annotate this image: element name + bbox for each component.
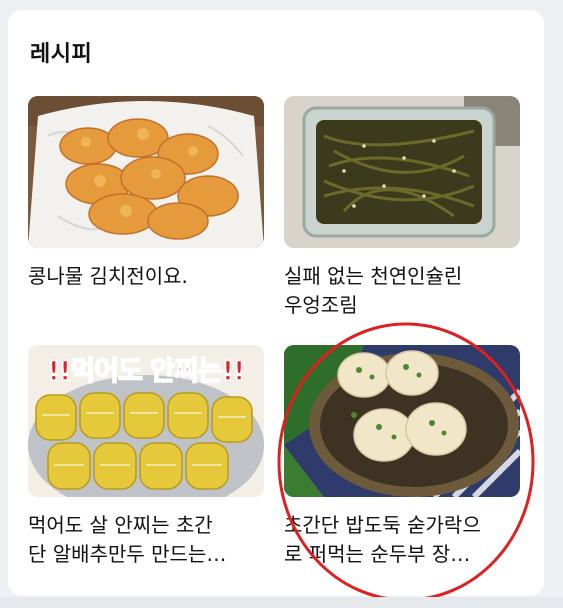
kimchi-pancake-image [28,96,264,248]
bottom-divider [0,597,563,608]
recipe-caption[interactable]: 실패 없는 천연인슐린 우엉조림 [284,262,528,320]
soft-tofu-image [284,345,520,497]
section-title: 레시피 [30,42,93,67]
recipe-caption[interactable]: 초간단 밥도둑 숟가락으 로 퍼먹는 순두부 장… [284,511,528,569]
burdock-root-thumbnail[interactable] [284,96,520,248]
kimchi-pancake-thumbnail[interactable] [28,96,264,248]
recipe-caption[interactable]: 콩나물 김치전이요. [28,262,272,291]
caption-line: 초간단 밥도둑 숟가락으 [284,513,481,537]
soft-tofu-thumbnail[interactable] [284,345,520,497]
caption-line: 우엉조림 [284,293,358,317]
napa-dumpling-thumbnail[interactable]: !!먹어도 안찌는!! [28,345,264,497]
caption-line: 단 알배추만두 만드는… [28,542,227,566]
overlay-banner-text: !!먹어도 안찌는!! [47,355,246,388]
recipe-caption[interactable]: 먹어도 살 안찌는 초간 단 알배추만두 만드는… [28,511,272,569]
caption-line: 실패 없는 천연인슐린 [284,264,463,288]
caption-line: 로 퍼먹는 순두부 장… [284,542,471,566]
burdock-root-image [284,96,520,248]
caption-line: 먹어도 살 안찌는 초간 [28,513,213,537]
